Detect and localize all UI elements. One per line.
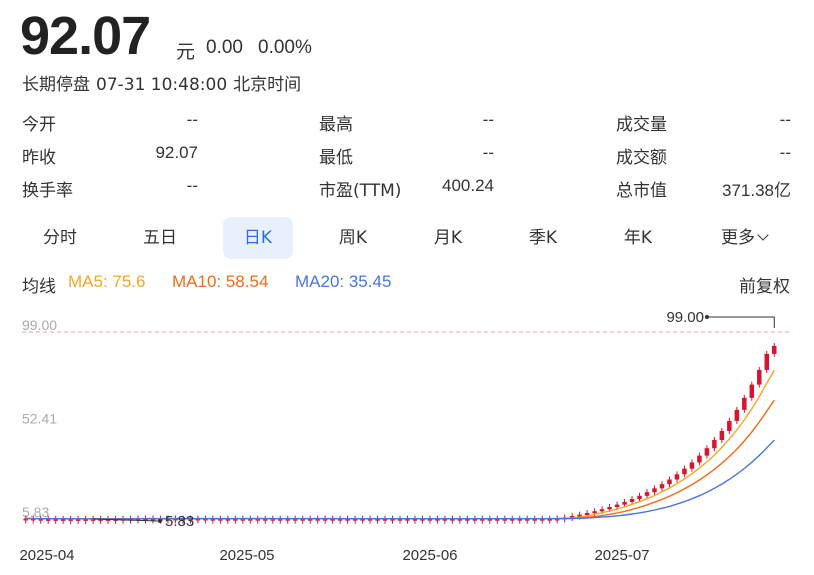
- y-tick-label: 52.41: [22, 411, 57, 427]
- candle-body: [674, 474, 680, 480]
- tab-yearly-k[interactable]: 年K: [600, 217, 676, 259]
- stat-value-volume: --: [779, 110, 791, 129]
- price: 92.07: [20, 6, 151, 66]
- candle-body: [614, 504, 620, 508]
- status-datetime: 07-31 10:48:00: [96, 75, 228, 95]
- stat-value-open: --: [186, 110, 198, 129]
- candle-body: [757, 369, 762, 385]
- trading-status: 长期停盘 07-31 10:48:00 北京时间: [22, 70, 307, 95]
- ma20-line: [25, 439, 775, 520]
- tab-daily-k[interactable]: 日K: [223, 217, 293, 259]
- candlestick-chart[interactable]: 99.00 52.41 5.83 2025-04 2025-05 2025-06 2025-…: [0, 305, 814, 575]
- candle-body: [749, 384, 755, 398]
- stat-label-market-cap: 总市值: [616, 181, 667, 201]
- stat-value-market-cap: 371.38亿: [722, 181, 791, 200]
- candle-body: [607, 507, 612, 510]
- candle-body: [772, 345, 777, 354]
- period-tabs: 分时 五日 日K 周K 月K 季K 年K 更多: [0, 217, 814, 259]
- chevron-down-icon: [757, 229, 769, 241]
- stat-label-pe-ttm: 市盈(TTM): [319, 181, 402, 201]
- ma10-label: MA10: 58.54: [172, 272, 269, 291]
- candle-body: [689, 462, 695, 469]
- candle-body: [659, 484, 665, 489]
- adjust-mode-button[interactable]: 前复权: [739, 272, 790, 297]
- tab-intraday[interactable]: 分时: [22, 217, 98, 259]
- stat-label-open: 今开: [22, 115, 56, 135]
- tab-monthly-k[interactable]: 月K: [410, 217, 486, 259]
- candle-body: [644, 492, 650, 496]
- x-tick-label: 2025-07: [594, 547, 649, 564]
- candle-body: [682, 468, 687, 475]
- stat-label-volume: 成交量: [616, 115, 667, 135]
- stat-label-turnover: 成交额: [616, 148, 667, 168]
- status-text: 长期停盘: [22, 75, 90, 95]
- tab-more[interactable]: 更多: [706, 217, 782, 259]
- price-change: 0.00: [206, 37, 243, 58]
- stat-value-prev-close: 92.07: [155, 143, 198, 162]
- ma5-line: [25, 370, 775, 520]
- price-change-percent: 0.00%: [258, 37, 312, 58]
- stat-value-low: --: [482, 143, 494, 162]
- stat-value-turnover-rate: --: [186, 176, 198, 195]
- low-value-label: 5.83: [165, 513, 194, 530]
- stat-value-turnover: --: [779, 143, 791, 162]
- candle-body: [727, 420, 732, 431]
- tab-five-day[interactable]: 五日: [122, 217, 198, 259]
- stat-value-pe-ttm: 400.24: [442, 176, 494, 195]
- ma10-line: [25, 399, 775, 520]
- low-marker-dot: [158, 519, 162, 523]
- status-timezone: 北京时间: [233, 75, 302, 95]
- candle-body: [599, 509, 605, 512]
- high-value-label: 99.00: [666, 309, 704, 326]
- candle-body: [622, 502, 627, 505]
- x-tick-label: 2025-04: [19, 547, 74, 564]
- candle-body: [629, 498, 635, 502]
- ma-title: 均线: [22, 277, 56, 297]
- stat-label-low: 最低: [319, 148, 353, 168]
- tab-weekly-k[interactable]: 周K: [315, 217, 391, 259]
- ma5-label: MA5: 75.6: [68, 272, 146, 291]
- price-unit: 元: [176, 41, 196, 63]
- stat-label-prev-close: 昨收: [22, 148, 56, 168]
- candle-body: [704, 448, 710, 456]
- candle-body: [592, 511, 597, 514]
- candle-body: [742, 397, 747, 410]
- candle-body: [584, 513, 590, 516]
- y-tick-label: 99.00: [22, 317, 57, 333]
- candle-body: [764, 353, 770, 370]
- candle-body: [667, 479, 672, 485]
- stat-label-turnover-rate: 换手率: [22, 181, 73, 201]
- high-marker-line: [707, 316, 775, 328]
- x-tick-label: 2025-05: [219, 547, 274, 564]
- tab-quarterly-k[interactable]: 季K: [505, 217, 581, 259]
- candle-body: [652, 488, 657, 493]
- x-tick-label: 2025-06: [402, 547, 457, 564]
- stat-label-high: 最高: [319, 115, 353, 135]
- ma20-label: MA20: 35.45: [295, 272, 392, 291]
- candle-body: [697, 455, 702, 463]
- candle-body: [637, 495, 642, 499]
- candle-body: [734, 409, 740, 421]
- stat-value-high: --: [482, 110, 494, 129]
- tab-more-label: 更多: [721, 228, 755, 248]
- candle-body: [712, 439, 717, 449]
- candle-body: [719, 430, 725, 440]
